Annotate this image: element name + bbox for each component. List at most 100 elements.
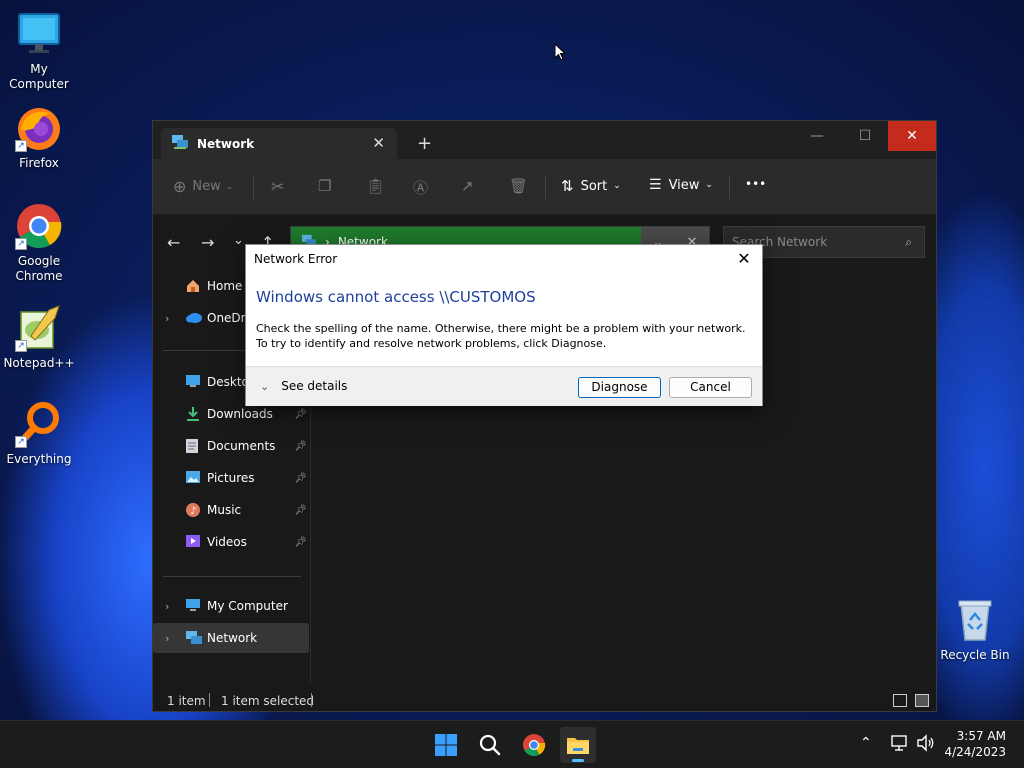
dialog-title: Network Error xyxy=(254,252,338,266)
taskbar-chrome[interactable] xyxy=(516,727,552,763)
search-button[interactable] xyxy=(472,727,508,763)
desktop-icon-my-computer[interactable]: My Computer xyxy=(0,10,78,92)
notepad-plus-plus-icon: ↗ xyxy=(15,304,63,352)
see-details-toggle[interactable]: ⌄ See details xyxy=(260,379,347,393)
close-window-button[interactable]: ✕ xyxy=(888,121,936,151)
desktop-icon-label: Everything xyxy=(6,452,72,466)
toolbar-divider xyxy=(253,175,254,199)
view-button[interactable]: ☰ View ⌄ xyxy=(649,177,713,193)
sort-icon: ⇅ xyxy=(561,177,574,195)
network-error-dialog: Network Error ✕ Windows cannot access \\… xyxy=(245,244,763,406)
chevron-down-icon: ⌄ xyxy=(705,180,713,190)
cut-button[interactable]: ✂ xyxy=(271,177,284,196)
desktop-icon-recycle-bin[interactable]: Recycle Bin xyxy=(936,596,1014,663)
chevron-down-icon: ⌄ xyxy=(225,181,234,192)
nav-item-videos[interactable]: Videos 📌︎ xyxy=(153,527,309,557)
taskbar: ⌃ 3:57 AM 4/24/2023 xyxy=(0,720,1024,768)
firefox-icon: ↗ xyxy=(15,104,63,152)
status-divider xyxy=(209,693,210,707)
download-icon xyxy=(185,406,203,422)
new-button[interactable]: ⊕ New ⌄ xyxy=(173,177,233,196)
chevron-down-icon: ⌄ xyxy=(260,379,270,393)
chevron-right-icon: › xyxy=(165,311,170,325)
desktop-icon-firefox[interactable]: ↗ Firefox xyxy=(0,104,78,171)
minimize-button[interactable]: — xyxy=(794,121,840,151)
mouse-cursor-icon xyxy=(554,42,567,64)
desktop-icon-notepad-plus-plus[interactable]: ↗ Notepad++ xyxy=(0,304,78,371)
maximize-button[interactable]: ☐ xyxy=(842,121,888,151)
taskbar-file-explorer[interactable] xyxy=(560,727,596,763)
share-icon: ↗ xyxy=(461,177,474,195)
sort-button[interactable]: ⇅ Sort ⌄ xyxy=(561,177,621,195)
pin-icon: 📌︎ xyxy=(294,408,307,420)
toolbar-divider xyxy=(729,175,730,199)
diagnose-button[interactable]: Diagnose xyxy=(578,377,661,398)
network-icon xyxy=(185,630,203,646)
chevron-down-icon: ⌄ xyxy=(613,181,621,191)
video-icon xyxy=(185,534,203,550)
new-button-label: New xyxy=(192,179,221,194)
tab-network[interactable]: Network ✕ xyxy=(161,128,397,159)
paste-icon: 📋︎ xyxy=(366,177,386,195)
network-icon xyxy=(171,134,189,153)
dialog-close-icon[interactable]: ✕ xyxy=(734,249,754,268)
delete-button[interactable]: 🗑︎ xyxy=(509,177,528,195)
system-clock[interactable]: 3:57 AM 4/24/2023 xyxy=(944,728,1006,760)
nav-item-pictures[interactable]: Pictures 📌︎ xyxy=(153,463,309,493)
tab-label: Network xyxy=(197,136,255,151)
recycle-bin-icon xyxy=(951,596,999,644)
folder-icon xyxy=(567,738,589,754)
pictures-icon xyxy=(185,470,203,486)
desktop-icon-google-chrome[interactable]: ↗ Google Chrome xyxy=(0,202,78,284)
paste-button[interactable]: 📋︎ xyxy=(366,177,385,195)
svg-text:♪: ♪ xyxy=(190,506,196,517)
desktop-icon-label: Firefox xyxy=(19,156,59,170)
shortcut-arrow-icon: ↗ xyxy=(15,140,27,152)
shortcut-arrow-icon: ↗ xyxy=(15,238,27,250)
desktop-icon-label: Notepad++ xyxy=(3,356,75,370)
nav-item-music[interactable]: ♪ Music 📌︎ xyxy=(153,495,309,525)
large-icons-view-icon[interactable] xyxy=(915,694,929,707)
desktop-icon-everything[interactable]: ↗ Everything xyxy=(0,400,78,467)
plus-circle-icon: ⊕ xyxy=(173,177,187,196)
nav-item-documents[interactable]: Documents 📌︎ xyxy=(153,431,309,461)
nav-item-my-computer[interactable]: › My Computer xyxy=(153,591,309,621)
copy-button[interactable]: ❐ xyxy=(318,177,331,195)
clock-time: 3:57 AM xyxy=(956,729,1006,743)
nav-item-network[interactable]: › Network xyxy=(153,623,309,653)
chevron-right-icon: › xyxy=(165,631,170,645)
scissors-icon: ✂ xyxy=(271,177,285,196)
status-bar: 1 item 1 item selected xyxy=(153,687,936,713)
copy-icon: ❐ xyxy=(318,177,332,195)
shortcut-arrow-icon: ↗ xyxy=(15,436,27,448)
rename-button[interactable]: Ⓐ xyxy=(413,177,428,198)
cancel-button[interactable]: Cancel xyxy=(669,377,752,398)
volume-icon[interactable] xyxy=(916,734,936,768)
view-button-label: View xyxy=(668,177,700,193)
start-button[interactable] xyxy=(428,727,464,763)
network-status-icon[interactable] xyxy=(891,734,909,768)
share-button[interactable]: ↗ xyxy=(461,177,474,195)
everything-search-icon: ↗ xyxy=(15,400,63,448)
search-icon: ⌕ xyxy=(905,235,912,249)
file-explorer-window: Network ✕ + — ☐ ✕ ⊕ New ⌄ ✂ ❐ 📋︎ Ⓐ ↗ 🗑︎ … xyxy=(152,120,937,712)
onedrive-cloud-icon xyxy=(185,310,203,326)
dialog-heading: Windows cannot access \\CUSTOMOS xyxy=(256,288,536,306)
details-view-icon[interactable] xyxy=(893,694,907,707)
pin-icon: 📌︎ xyxy=(294,472,307,484)
sort-button-label: Sort xyxy=(580,178,608,194)
new-tab-button[interactable]: + xyxy=(417,133,432,154)
toolbar-divider xyxy=(545,175,546,199)
shortcut-arrow-icon: ↗ xyxy=(15,340,27,352)
close-tab-icon[interactable]: ✕ xyxy=(372,134,385,152)
selection-count: 1 item selected xyxy=(221,694,315,708)
forward-arrow-icon[interactable]: → xyxy=(201,233,214,252)
recent-locations-chevron-icon[interactable]: ⌄ xyxy=(233,233,244,248)
show-hidden-icons-chevron-icon[interactable]: ⌃ xyxy=(860,735,872,768)
back-arrow-icon[interactable]: ← xyxy=(167,233,180,252)
more-options-button[interactable]: ••• xyxy=(745,177,766,191)
status-divider xyxy=(311,693,312,707)
desktop-icon-label: Google Chrome xyxy=(15,254,63,283)
desktop-icon-label: Recycle Bin xyxy=(940,648,1010,662)
see-details-label: See details xyxy=(281,379,348,393)
